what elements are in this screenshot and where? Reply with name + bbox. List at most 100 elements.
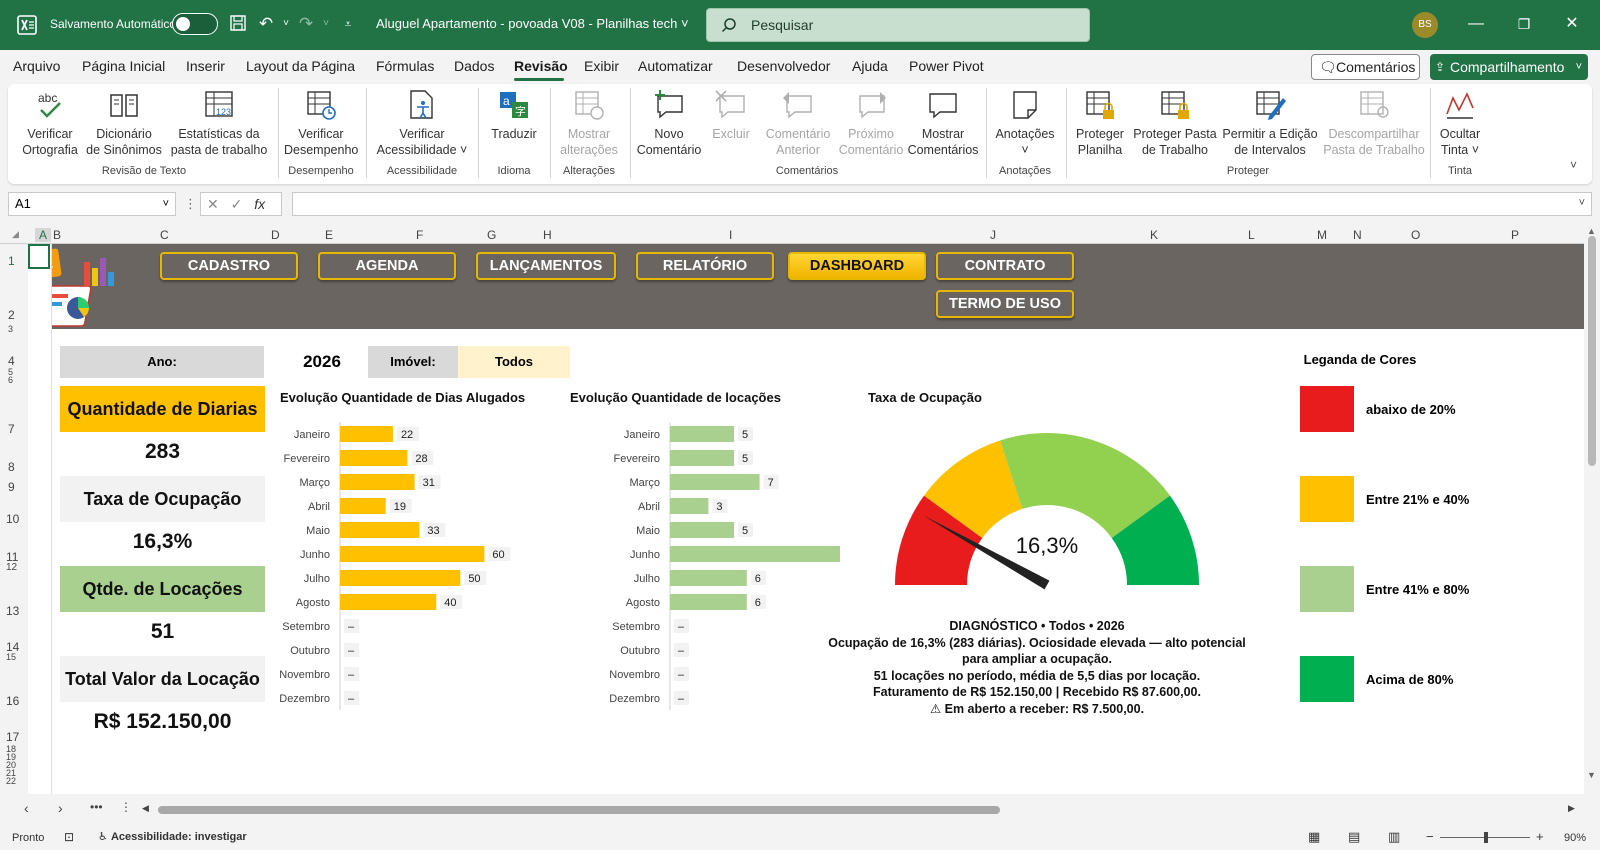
protect-workbook-button[interactable]: Proteger Pasta de Trabalho xyxy=(1132,88,1218,158)
nav-agenda-button[interactable]: AGENDA xyxy=(318,252,456,280)
avatar[interactable]: BS xyxy=(1412,12,1438,38)
page-break-icon[interactable]: ▥ xyxy=(1388,829,1400,845)
notes-button[interactable]: Anotações ˅ xyxy=(990,88,1060,158)
scroll-right-icon[interactable]: ▶ xyxy=(1568,803,1575,814)
tab-layout[interactable]: Layout da Página xyxy=(246,58,355,74)
scroll-down-icon[interactable]: ▼ xyxy=(1587,770,1596,780)
column-header[interactable]: J xyxy=(990,228,996,242)
tab-dados[interactable]: Dados xyxy=(454,58,494,74)
row-header[interactable]: 12 xyxy=(6,562,17,573)
new-comment-button[interactable]: Novo Comentário xyxy=(634,88,704,158)
row-header[interactable]: 15 xyxy=(6,652,16,662)
tab-split-icon[interactable]: ⋮ xyxy=(120,800,132,814)
column-header[interactable]: A xyxy=(35,228,51,242)
row-header[interactable]: 4 xyxy=(8,354,15,368)
nav-lancamentos-button[interactable]: LANÇAMENTOS xyxy=(476,252,616,280)
tab-inserir[interactable]: Inserir xyxy=(186,58,225,74)
active-cell-a1[interactable] xyxy=(28,244,50,269)
tab-pagina-inicial[interactable]: Página Inicial xyxy=(82,58,165,74)
scroll-left-icon[interactable]: ◀ xyxy=(142,803,149,814)
row-header[interactable]: 9 xyxy=(8,480,15,494)
column-header[interactable]: O xyxy=(1411,228,1420,242)
hide-ink-button[interactable]: Ocultar Tinta ˅ xyxy=(1434,88,1486,158)
undo-icon[interactable]: ↶ xyxy=(256,14,276,34)
search-box[interactable]: Pesquisar xyxy=(706,8,1090,42)
tab-ajuda[interactable]: Ajuda xyxy=(852,58,888,74)
row-header[interactable]: 10 xyxy=(6,512,19,526)
column-header[interactable]: B xyxy=(53,228,61,242)
tab-formulas[interactable]: Fórmulas xyxy=(376,58,434,74)
previous-comment-button[interactable]: Comentário Anterior xyxy=(760,88,836,158)
close-icon[interactable]: ✕ xyxy=(1562,12,1582,36)
year-value[interactable]: 2026 xyxy=(272,346,372,378)
restore-icon[interactable]: ❐ xyxy=(1514,12,1534,36)
macro-record-icon[interactable]: ⊡ xyxy=(64,830,74,844)
redo-dropdown-icon[interactable]: ˅ xyxy=(316,14,336,34)
tab-automatizar[interactable]: Automatizar xyxy=(638,58,713,74)
prev-sheet-icon[interactable]: ‹ xyxy=(24,800,29,816)
column-header[interactable]: N xyxy=(1353,228,1362,242)
column-header[interactable]: L xyxy=(1248,228,1255,242)
select-all-icon[interactable]: ◢ xyxy=(12,229,19,240)
formula-input[interactable]: ˅ xyxy=(292,192,1592,216)
show-comments-button[interactable]: Mostrar Comentários xyxy=(906,88,980,158)
minimize-icon[interactable]: — xyxy=(1466,12,1486,36)
normal-view-icon[interactable]: ▦ xyxy=(1308,829,1320,845)
zoom-out-icon[interactable]: − xyxy=(1426,829,1434,844)
workbook-stats-button[interactable]: 123 Estatísticas da pasta de trabalho xyxy=(168,88,270,158)
nav-relatorio-button[interactable]: RELATÓRIO xyxy=(636,252,774,280)
allow-edit-ranges-button[interactable]: Permitir a Edição de Intervalos xyxy=(1220,88,1320,158)
page-layout-icon[interactable]: ▤ xyxy=(1348,829,1360,845)
share-button[interactable]: ⇪ Compartilhamento ˅ xyxy=(1430,54,1588,80)
translate-button[interactable]: a字 Traduzir xyxy=(484,88,544,142)
redo-icon[interactable]: ↷ xyxy=(296,14,316,34)
check-performance-button[interactable]: Verificar Desempenho xyxy=(284,88,358,158)
cancel-icon[interactable]: ✕ xyxy=(207,196,219,212)
customize-toolbar-icon[interactable]: ⩡ xyxy=(338,14,358,34)
column-header[interactable]: C xyxy=(160,228,169,242)
property-filter[interactable]: Todos xyxy=(458,346,570,378)
insert-function-icon[interactable]: fx xyxy=(254,196,265,212)
row-header[interactable]: 1 xyxy=(8,254,15,268)
nav-cadastro-button[interactable]: CADASTRO xyxy=(160,252,298,280)
zoom-slider-thumb[interactable] xyxy=(1484,832,1488,843)
zoom-in-icon[interactable]: + xyxy=(1536,829,1544,844)
vertical-scroll-thumb[interactable] xyxy=(1588,236,1596,466)
row-header[interactable]: 3 xyxy=(8,324,13,334)
unshare-workbook-button[interactable]: Descompartilhar Pasta de Trabalho xyxy=(1322,88,1426,158)
next-comment-button[interactable]: Próximo Comentário xyxy=(836,88,906,158)
zoom-level[interactable]: 90% xyxy=(1564,832,1586,844)
expand-formula-icon[interactable]: ˅ xyxy=(1579,197,1585,209)
scroll-up-icon[interactable]: ▲ xyxy=(1587,226,1596,236)
tab-desenvolvedor[interactable]: Desenvolvedor xyxy=(737,58,830,74)
row-header[interactable]: 17 xyxy=(6,730,19,744)
column-header[interactable]: F xyxy=(416,228,423,242)
name-box[interactable]: A1 ˅ xyxy=(8,192,176,216)
row-header[interactable]: 7 xyxy=(8,422,15,436)
horizontal-scroll-thumb[interactable] xyxy=(158,806,1000,814)
thesaurus-button[interactable]: Dicionário de Sinônimos xyxy=(84,88,164,158)
column-header[interactable]: H xyxy=(543,228,552,242)
enter-icon[interactable]: ✓ xyxy=(231,196,243,212)
column-header[interactable]: E xyxy=(325,228,333,242)
tab-revisao[interactable]: Revisão xyxy=(514,58,568,74)
spelling-button[interactable]: abc Verificar Ortografia xyxy=(18,88,82,158)
tab-power-pivot[interactable]: Power Pivot xyxy=(909,58,984,74)
accessibility-status[interactable]: ♿ Acessibilidade: investigar xyxy=(98,830,247,843)
row-header[interactable]: 13 xyxy=(6,604,19,618)
show-changes-button[interactable]: Mostrar alterações xyxy=(554,88,624,158)
tab-exibir[interactable]: Exibir xyxy=(584,58,619,74)
more-sheets-icon[interactable]: ••• xyxy=(90,800,103,814)
save-icon[interactable] xyxy=(228,14,248,34)
column-header[interactable]: M xyxy=(1317,228,1327,242)
more-options-icon[interactable]: ⋮ xyxy=(184,196,197,212)
row-header[interactable]: 8 xyxy=(8,460,15,474)
row-header[interactable]: 16 xyxy=(6,694,19,708)
autosave-toggle[interactable] xyxy=(172,13,218,35)
column-header[interactable]: K xyxy=(1150,228,1158,242)
nav-dashboard-button[interactable]: DASHBOARD xyxy=(788,252,926,280)
nav-contrato-button[interactable]: CONTRATO xyxy=(936,252,1074,280)
protect-sheet-button[interactable]: Proteger Planilha xyxy=(1070,88,1130,158)
row-header[interactable]: 6 xyxy=(8,375,13,385)
delete-comment-button[interactable]: Excluir xyxy=(708,88,754,142)
